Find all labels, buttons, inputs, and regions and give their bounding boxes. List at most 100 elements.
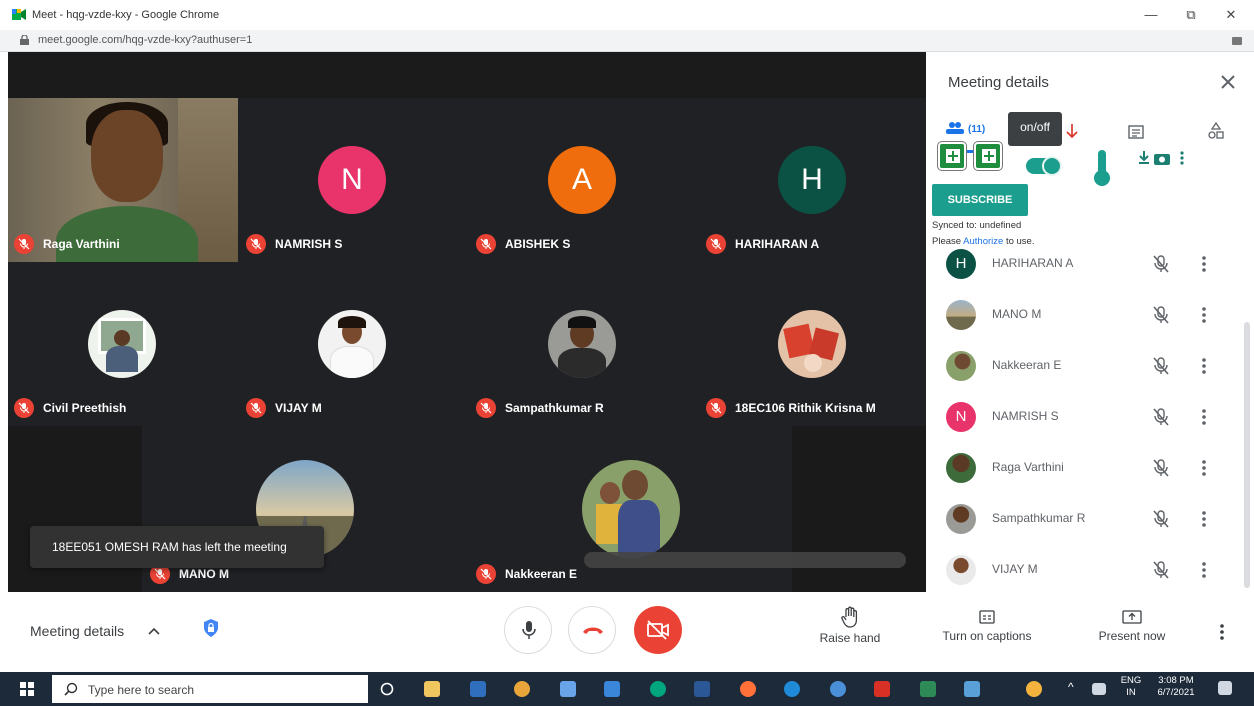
mic-off-icon	[14, 398, 34, 418]
participant-row[interactable]: H HARIHARAN A	[926, 242, 1242, 293]
word-icon[interactable]	[694, 681, 710, 697]
windows-taskbar: Type here to search ^ ENG IN 3:08 PM 6/7…	[0, 672, 1254, 706]
participant-row-name: HARIHARAN A	[992, 256, 1074, 270]
more-options-icon[interactable]	[1196, 458, 1212, 478]
captions-label: Turn on captions	[942, 629, 1032, 643]
shield-lock-icon[interactable]	[203, 618, 219, 638]
clock[interactable]: 3:08 PM 6/7/2021	[1150, 675, 1202, 699]
tray-chevron-icon[interactable]: ^	[1068, 680, 1074, 694]
camera-off-button[interactable]	[634, 606, 682, 654]
left-meeting-toast: 18EE051 OMESH RAM has left the meeting	[30, 526, 324, 568]
lang-top: ENG	[1120, 675, 1142, 686]
microphone-button[interactable]	[504, 606, 552, 654]
synced-status: Synced to: undefined	[932, 220, 1022, 231]
name-tag-namrish: NAMRISH S	[246, 234, 342, 254]
extensions-icon[interactable]	[1232, 37, 1242, 45]
lock-icon	[20, 35, 29, 45]
clock-date: 6/7/2021	[1157, 687, 1195, 698]
clock-time: 3:08 PM	[1158, 675, 1194, 686]
firefox-icon[interactable]	[740, 681, 756, 697]
mic-off-icon	[476, 234, 496, 254]
name-tag-raga: Raga Varthini	[14, 234, 120, 254]
mail-icon[interactable]	[604, 681, 620, 697]
hand-icon	[841, 606, 858, 628]
stage-top-strip	[8, 52, 926, 98]
add-sheet-button[interactable]	[974, 142, 1002, 170]
meeting-controls-bar: Meeting details Raise hand Turn on capti…	[0, 592, 1254, 672]
mic-off-icon	[1153, 408, 1169, 426]
language-indicator[interactable]: ENG IN	[1118, 675, 1144, 699]
photos-icon[interactable]	[964, 681, 980, 697]
chrome-profile-icon[interactable]	[830, 681, 846, 697]
more-options-icon[interactable]	[1196, 254, 1212, 274]
participant-name: Raga Varthini	[43, 237, 120, 251]
present-now-button[interactable]: Present now	[1090, 608, 1174, 643]
red-arrow-icon[interactable]	[1066, 124, 1078, 138]
mic-off-icon	[246, 398, 266, 418]
edge-icon[interactable]	[784, 681, 800, 697]
mic-off-icon	[1153, 561, 1169, 579]
name-tag-sampathkumar: Sampathkumar R	[476, 398, 604, 418]
weather-icon[interactable]	[1026, 681, 1042, 697]
microphone-icon	[522, 621, 536, 639]
participant-row[interactable]: VIJAY M	[926, 548, 1242, 592]
taskbar-search-box[interactable]: Type here to search	[52, 675, 368, 703]
participant-name: HARIHARAN A	[735, 237, 820, 251]
camera-off-icon	[647, 620, 669, 640]
more-options-icon[interactable]	[1196, 305, 1212, 325]
participant-row[interactable]: N NAMRISH S	[926, 395, 1242, 446]
mic-off-icon	[706, 398, 726, 418]
avatar-namrish: N	[318, 146, 386, 214]
captions-button[interactable]: Turn on captions	[934, 608, 1040, 643]
more-options-icon[interactable]	[1196, 356, 1212, 376]
file-explorer-icon[interactable]	[424, 681, 440, 697]
participant-name: VIJAY M	[275, 401, 322, 415]
participant-row[interactable]: Sampathkumar R	[926, 497, 1242, 548]
leave-call-button[interactable]	[568, 606, 616, 654]
excel-icon[interactable]	[920, 681, 936, 697]
cortana-icon[interactable]	[380, 682, 394, 696]
meet-app-icon[interactable]	[650, 681, 666, 697]
more-options-icon[interactable]	[1218, 622, 1226, 642]
close-icon[interactable]	[1218, 72, 1238, 92]
more-options-icon[interactable]	[1196, 407, 1212, 427]
panel-scrollbar[interactable]	[1244, 322, 1250, 588]
close-window-button[interactable]: ✕	[1216, 4, 1246, 26]
participant-name: ABISHEK S	[505, 237, 571, 251]
address-bar[interactable]: meet.google.com/hqg-vzde-kxy?authuser=1	[0, 30, 1254, 52]
download-camera-icons[interactable]	[1138, 150, 1192, 166]
network-icon[interactable]	[1092, 683, 1106, 695]
lang-bottom: IN	[1126, 687, 1136, 698]
restore-button[interactable]: ⧉	[1176, 4, 1206, 26]
thermometer-icon[interactable]	[1094, 150, 1110, 186]
add-attendance-button[interactable]	[938, 142, 966, 170]
on-off-toggle[interactable]	[1026, 158, 1060, 174]
store-icon[interactable]	[470, 681, 486, 697]
mic-off-icon	[1153, 306, 1169, 324]
people-icon[interactable]	[946, 122, 964, 134]
chevron-up-icon[interactable]	[148, 627, 160, 635]
avatar-vijay	[318, 310, 386, 378]
video-grid: N A H Raga Varthini NAMRISH S ABISHEK S …	[8, 52, 926, 592]
more-options-icon[interactable]	[1196, 560, 1212, 580]
stage-scrollbar[interactable]	[584, 552, 906, 568]
more-options-icon[interactable]	[1196, 509, 1212, 529]
participant-row[interactable]: MANO M	[926, 293, 1242, 344]
meeting-details-label[interactable]: Meeting details	[30, 623, 124, 639]
people-count: (11)	[968, 124, 986, 135]
chrome-icon[interactable]	[514, 681, 530, 697]
notifications-icon[interactable]	[1218, 681, 1232, 695]
participant-row[interactable]: Raga Varthini	[926, 446, 1242, 497]
subscribe-button[interactable]: SUBSCRIBE	[932, 184, 1028, 216]
search-placeholder: Type here to search	[88, 683, 195, 697]
plus-icon	[982, 149, 996, 163]
raise-hand-button[interactable]: Raise hand	[808, 606, 892, 645]
participant-row-name: NAMRISH S	[992, 409, 1059, 423]
pdf-icon[interactable]	[874, 681, 890, 697]
participant-avatar	[946, 555, 976, 585]
participant-row[interactable]: Nakkeeran E	[926, 344, 1242, 395]
minimize-button[interactable]: —	[1136, 4, 1166, 26]
paint-icon[interactable]	[560, 681, 576, 697]
windows-start-icon[interactable]	[20, 682, 34, 696]
url-text[interactable]: meet.google.com/hqg-vzde-kxy?authuser=1	[38, 34, 252, 46]
